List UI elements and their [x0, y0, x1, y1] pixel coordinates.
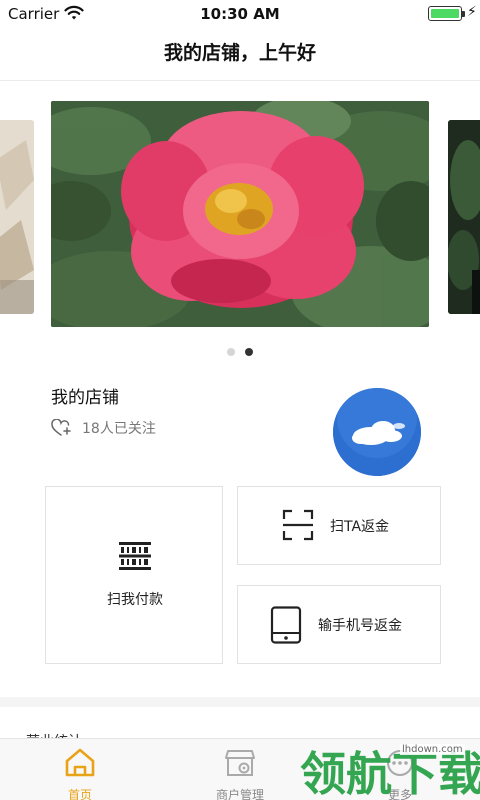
battery-cap: [462, 11, 465, 17]
status-bar: Carrier 10:30 AM ⚡: [0, 0, 480, 28]
shop-avatar[interactable]: [333, 388, 421, 476]
carousel-dot[interactable]: [227, 348, 235, 356]
section-separator: [0, 697, 480, 707]
scan-pay-card[interactable]: 扫我付款: [45, 486, 223, 664]
scan-pay-label: 扫我付款: [107, 592, 163, 608]
store-icon: [225, 750, 255, 776]
shop-name: 我的店铺: [51, 388, 119, 408]
home-icon: [65, 748, 95, 777]
banner-carousel[interactable]: [0, 96, 480, 346]
carousel-dot-active[interactable]: [245, 348, 253, 356]
watermark-url: lhdown.com: [400, 744, 465, 755]
tab-merchant[interactable]: 商户管理: [160, 739, 320, 800]
status-time: 10:30 AM: [200, 5, 280, 23]
scan-frame-icon: [282, 509, 314, 541]
charging-icon: ⚡: [467, 4, 477, 20]
carousel-slide-next[interactable]: [448, 120, 480, 314]
nav-divider: [0, 80, 480, 81]
barcode-icon: [119, 542, 151, 570]
tab-home-label: 首页: [67, 788, 92, 800]
follow-heart-icon: [51, 419, 71, 436]
battery-icon: [428, 6, 462, 21]
carousel-pagination: [0, 341, 480, 360]
tab-merchant-label: 商户管理: [215, 788, 264, 800]
scan-ta-label: 扫TA返金: [330, 519, 390, 535]
tablet-icon: [270, 606, 302, 644]
follower-count: 18人已关注: [82, 421, 156, 437]
scan-ta-card[interactable]: 扫TA返金: [237, 486, 441, 565]
tab-home[interactable]: 首页: [0, 739, 160, 800]
page-title: 我的店铺，上午好: [163, 42, 316, 64]
carousel-slide-prev[interactable]: [0, 120, 34, 314]
phone-cashback-card[interactable]: 输手机号返金: [237, 585, 441, 664]
carousel-slide-peony[interactable]: [51, 101, 429, 327]
phone-cashback-label: 输手机号返金: [318, 618, 402, 634]
